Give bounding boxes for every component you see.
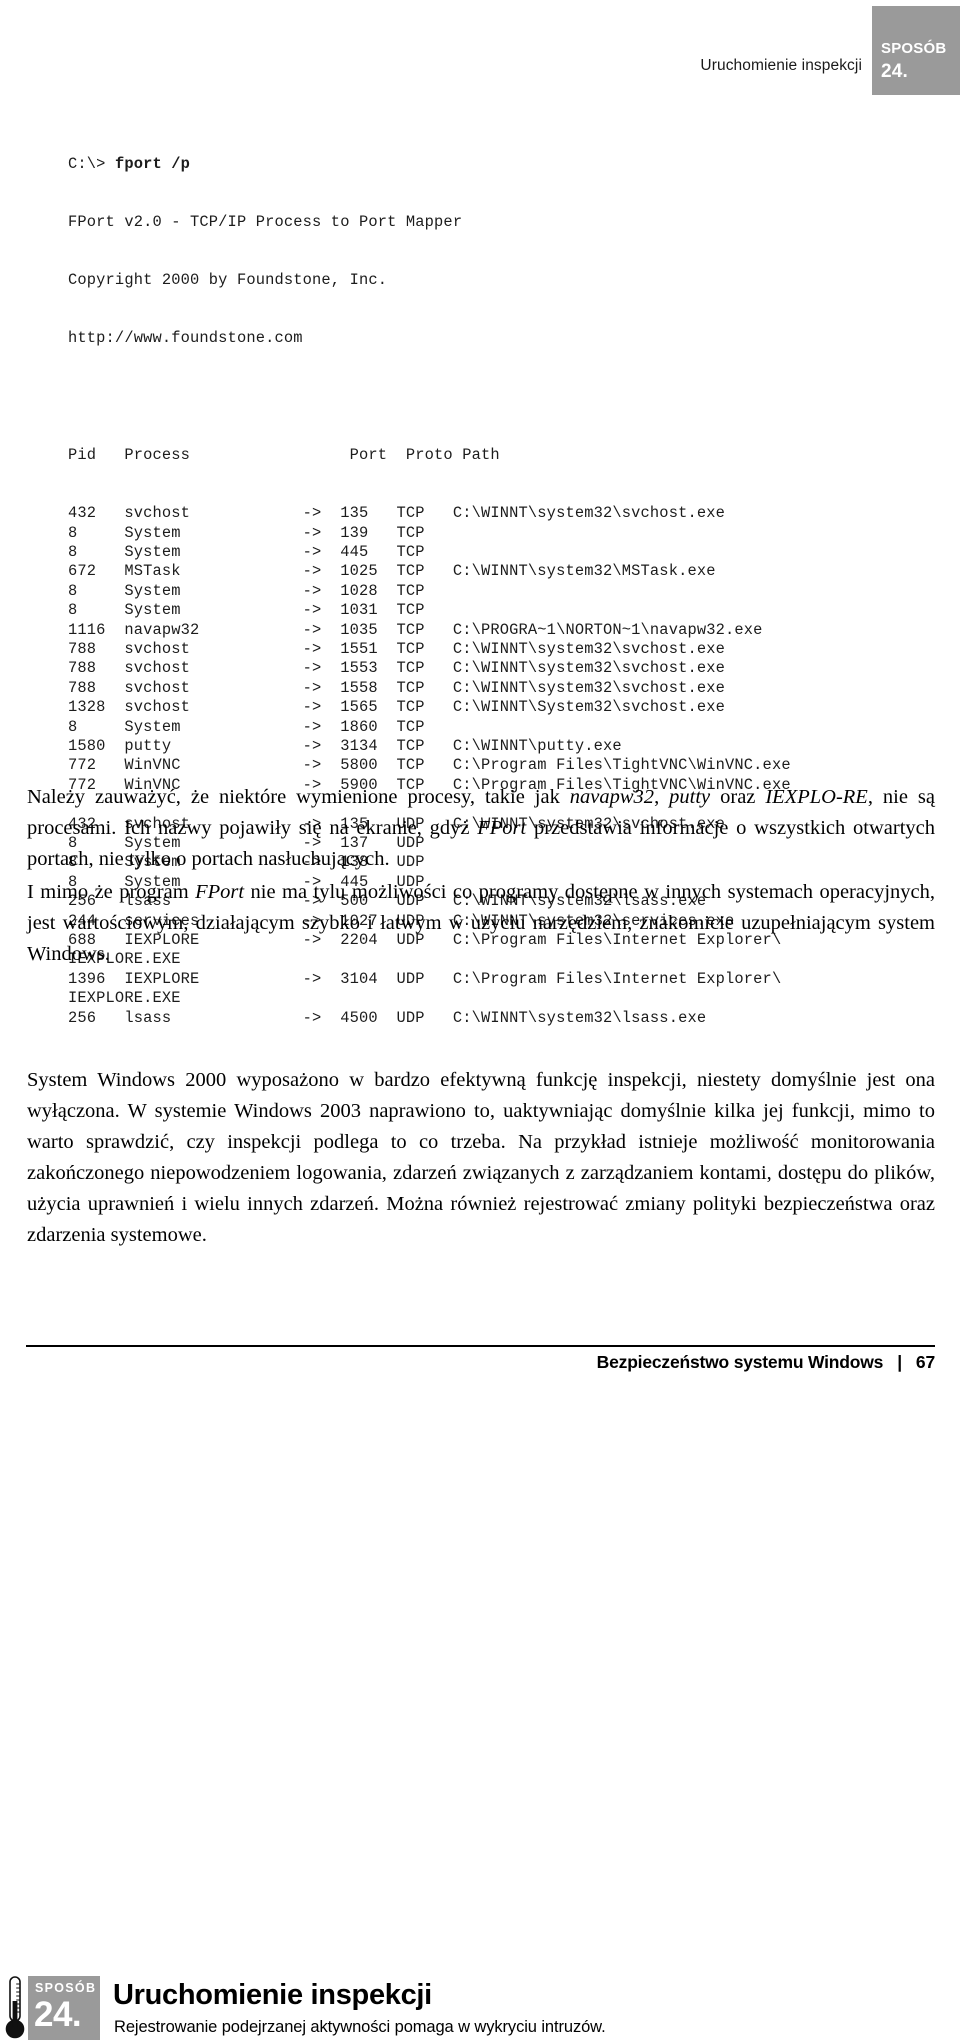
- terminal-row: 672 MSTask -> 1025 TCP C:\WINNT\system32…: [68, 562, 716, 581]
- paragraph-fport-summary: I mimo że program FPort nie ma tylu możl…: [27, 881, 936, 965]
- footer-separator: [883, 1352, 897, 1372]
- terminal-row: 788 svchost -> 1553 TCP C:\WINNT\system3…: [68, 659, 726, 678]
- footer-divider: [26, 1345, 935, 1347]
- footer: Bezpieczeństwo systemu Windows | 67: [596, 1352, 936, 1373]
- terminal-row: 8 System -> 1860 TCP: [68, 717, 425, 736]
- section-badge: SPOSÓB 24.: [28, 1976, 100, 2040]
- paragraph-auditing-intro: System Windows 2000 wyposażono w bardzo …: [27, 1069, 935, 1246]
- code-spacer: [68, 388, 928, 407]
- footer-book-title: Bezpieczeństwo systemu Windows: [596, 1352, 884, 1372]
- footer-page-number: 67: [915, 1352, 935, 1372]
- thermometer-icon: [5, 1976, 25, 2039]
- running-head-badge-number: 24.: [881, 61, 909, 82]
- terminal-row: 1328 svchost -> 1565 TCP C:\WINNT\System…: [68, 698, 726, 717]
- running-head-title: Uruchomienie inspekcji: [700, 57, 862, 74]
- section-heading-block: SPOSÓB 24. Uruchomienie inspekcji Rejest…: [0, 985, 960, 2040]
- running-head-badge: SPOSÓB 24.: [872, 6, 960, 95]
- running-head-badge-label: SPOSÓB: [881, 40, 947, 57]
- footer-gap: [902, 1352, 916, 1372]
- banner-line-1: FPort v2.0 - TCP/IP Process to Port Mapp…: [68, 213, 463, 232]
- banner-line-2: Copyright 2000 by Foundstone, Inc.: [68, 271, 388, 290]
- terminal-row: 772 WinVNC -> 5800 TCP C:\Program Files\…: [68, 756, 791, 775]
- table-header-line: Pid Process Port Proto Path: [68, 445, 500, 464]
- section-title: Uruchomienie inspekcji: [113, 1979, 432, 2011]
- section-subtitle: Rejestrowanie podejrzanej aktywności pom…: [114, 2018, 606, 2036]
- terminal-row: 8 System -> 139 TCP: [68, 523, 425, 542]
- banner-line-3: http://www.foundstone.com: [68, 329, 303, 348]
- paragraph-note-on-processes: Należy zauważyć, że niektóre wymienione …: [27, 786, 936, 870]
- section-badge-number: 24.: [34, 1995, 82, 2034]
- terminal-row: 788 svchost -> 1558 TCP C:\WINNT\system3…: [68, 678, 726, 697]
- command-text: fport /p: [114, 154, 191, 173]
- shell-prompt: C:\>: [68, 154, 115, 173]
- terminal-row: 1116 navapw32 -> 1035 TCP C:\PROGRA~1\NO…: [68, 620, 763, 639]
- section-badge-label: SPOSÓB: [35, 1981, 97, 1995]
- terminal-row: 8 System -> 445 TCP: [68, 542, 425, 561]
- terminal-row: 1580 putty -> 3134 TCP C:\WINNT\putty.ex…: [68, 736, 622, 755]
- command-line: C:\> fport /p: [68, 155, 928, 174]
- terminal-row: 8 System -> 1028 TCP: [68, 581, 425, 600]
- terminal-row: 8 System -> 1031 TCP: [68, 601, 425, 620]
- running-head: Uruchomienie inspekcji SPOSÓB 24.: [0, 0, 960, 100]
- terminal-row: 788 svchost -> 1551 TCP C:\WINNT\system3…: [68, 639, 726, 658]
- terminal-row: 432 svchost -> 135 TCP C:\WINNT\system32…: [68, 504, 726, 523]
